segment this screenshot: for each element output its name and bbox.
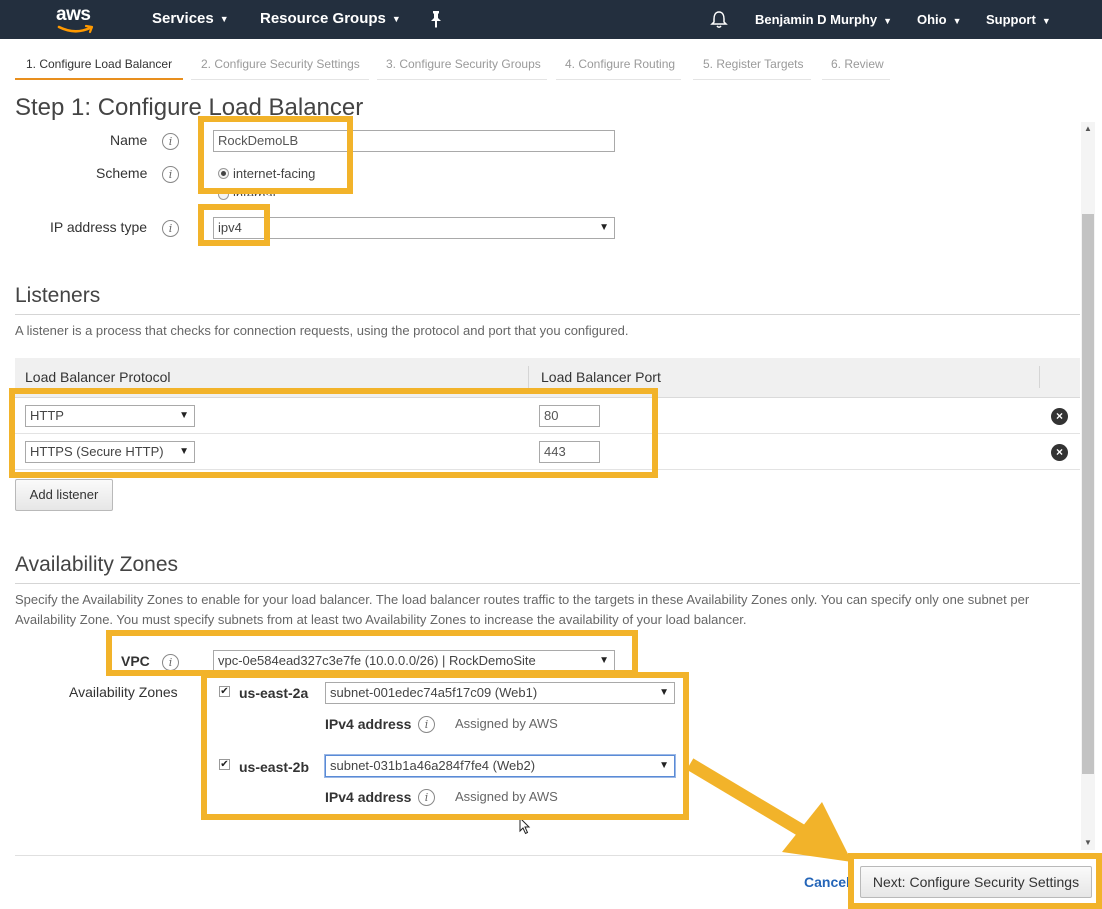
services-label: Services bbox=[152, 10, 214, 27]
column-header-port: Load Balancer Port bbox=[541, 369, 661, 385]
scrollbar[interactable]: ▲ ▼ bbox=[1081, 122, 1095, 850]
column-divider bbox=[528, 366, 529, 388]
pin-icon[interactable] bbox=[428, 10, 444, 28]
column-divider bbox=[1039, 366, 1040, 388]
services-menu[interactable]: Services ▼ bbox=[152, 10, 229, 27]
chevron-down-icon: ▼ bbox=[391, 14, 401, 25]
ip-address-type-label: IP address type bbox=[50, 219, 148, 235]
scrollbar-thumb[interactable] bbox=[1082, 214, 1094, 774]
listeners-description: A listener is a process that checks for … bbox=[15, 323, 629, 338]
scheme-label: Scheme bbox=[96, 165, 148, 181]
support-menu[interactable]: Support ▼ bbox=[986, 12, 1051, 27]
section-divider bbox=[15, 314, 1080, 315]
region-label: Ohio bbox=[917, 12, 947, 27]
region-menu[interactable]: Ohio ▼ bbox=[917, 12, 962, 27]
chevron-down-icon: ▼ bbox=[1041, 15, 1051, 26]
ip-address-type-select[interactable]: ipv4 ▼ bbox=[213, 217, 615, 239]
top-nav-bar: aws Services ▼ Resource Groups ▼ Benjamin … bbox=[0, 0, 1102, 39]
aws-smile-icon bbox=[57, 24, 94, 34]
tab-register-targets[interactable]: 5. Register Targets bbox=[693, 50, 811, 80]
highlight-box bbox=[9, 388, 658, 478]
chevron-down-icon: ▼ bbox=[952, 15, 962, 26]
chevron-down-icon: ▼ bbox=[883, 15, 892, 26]
support-label: Support bbox=[986, 12, 1036, 27]
highlight-box bbox=[106, 630, 638, 676]
aws-logo[interactable]: aws bbox=[56, 4, 100, 34]
tab-configure-security-settings[interactable]: 2. Configure Security Settings bbox=[191, 50, 369, 80]
column-header-protocol: Load Balancer Protocol bbox=[25, 369, 171, 385]
highlight-box bbox=[848, 853, 1102, 909]
aws-logo-text: aws bbox=[56, 4, 91, 25]
add-listener-button[interactable]: Add listener bbox=[15, 479, 113, 511]
remove-listener-icon[interactable]: × bbox=[1051, 408, 1068, 425]
highlight-box bbox=[198, 204, 270, 246]
highlight-box bbox=[198, 116, 353, 194]
info-icon[interactable]: i bbox=[162, 133, 179, 150]
highlight-box bbox=[201, 672, 689, 820]
dropdown-arrow-icon: ▼ bbox=[599, 222, 609, 233]
user-menu[interactable]: Benjamin D Murphy ▼ bbox=[755, 12, 892, 27]
name-label: Name bbox=[110, 132, 148, 148]
annotation-arrow-icon bbox=[686, 758, 852, 862]
tab-review[interactable]: 6. Review bbox=[822, 50, 890, 80]
resource-groups-menu[interactable]: Resource Groups ▼ bbox=[260, 10, 401, 27]
availability-zones-title: Availability Zones bbox=[15, 553, 179, 576]
remove-listener-icon[interactable]: × bbox=[1051, 444, 1068, 461]
info-icon[interactable]: i bbox=[162, 220, 179, 237]
availability-zones-description: Specify the Availability Zones to enable… bbox=[15, 592, 1030, 627]
section-divider bbox=[15, 583, 1080, 584]
scroll-down-icon[interactable]: ▼ bbox=[1084, 838, 1092, 847]
availability-zones-label: Availability Zones bbox=[69, 684, 178, 700]
tab-configure-security-groups[interactable]: 3. Configure Security Groups bbox=[377, 50, 547, 80]
chevron-down-icon: ▼ bbox=[219, 14, 229, 25]
listeners-title: Listeners bbox=[15, 284, 101, 307]
bell-icon[interactable] bbox=[710, 10, 728, 29]
cancel-link[interactable]: Cancel bbox=[804, 874, 850, 890]
resource-groups-label: Resource Groups bbox=[260, 10, 386, 27]
scroll-up-icon[interactable]: ▲ bbox=[1084, 124, 1092, 133]
tab-configure-routing[interactable]: 4. Configure Routing bbox=[556, 50, 681, 80]
tab-configure-load-balancer[interactable]: 1. Configure Load Balancer bbox=[15, 50, 183, 80]
info-icon[interactable]: i bbox=[162, 166, 179, 183]
user-name: Benjamin D Murphy bbox=[755, 12, 878, 27]
